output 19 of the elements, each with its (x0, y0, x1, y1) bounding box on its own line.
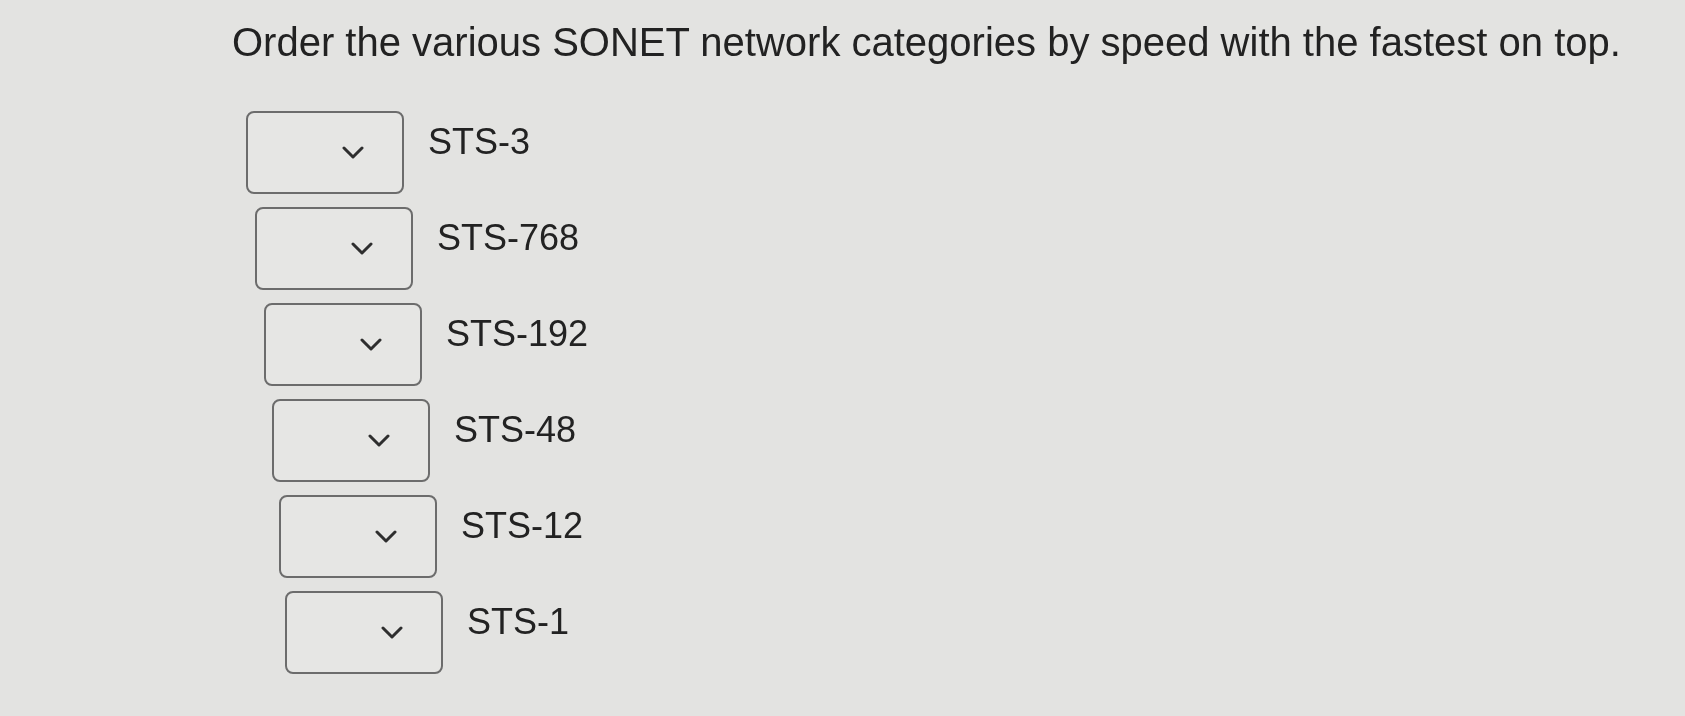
option-label: STS-192 (446, 313, 589, 355)
dropdown-select[interactable] (279, 495, 437, 578)
chevron-down-icon (368, 434, 390, 447)
dropdown-select[interactable] (285, 591, 443, 674)
dropdown-select[interactable] (255, 207, 413, 290)
chevron-down-icon (342, 146, 364, 159)
chevron-down-icon (360, 338, 382, 351)
dropdown-select[interactable] (272, 399, 430, 482)
option-label: STS-1 (467, 601, 570, 643)
chevron-down-icon (351, 242, 373, 255)
question-text: Order the various SONET network categories by speed with the fastest on top. (232, 19, 1622, 66)
option-label: STS-12 (461, 505, 584, 547)
chevron-down-icon (375, 530, 397, 543)
dropdown-select[interactable] (264, 303, 422, 386)
option-label: STS-48 (454, 409, 577, 451)
option-label: STS-768 (437, 217, 580, 259)
chevron-down-icon (381, 626, 403, 639)
dropdown-select[interactable] (246, 111, 404, 194)
option-label: STS-3 (428, 121, 531, 163)
